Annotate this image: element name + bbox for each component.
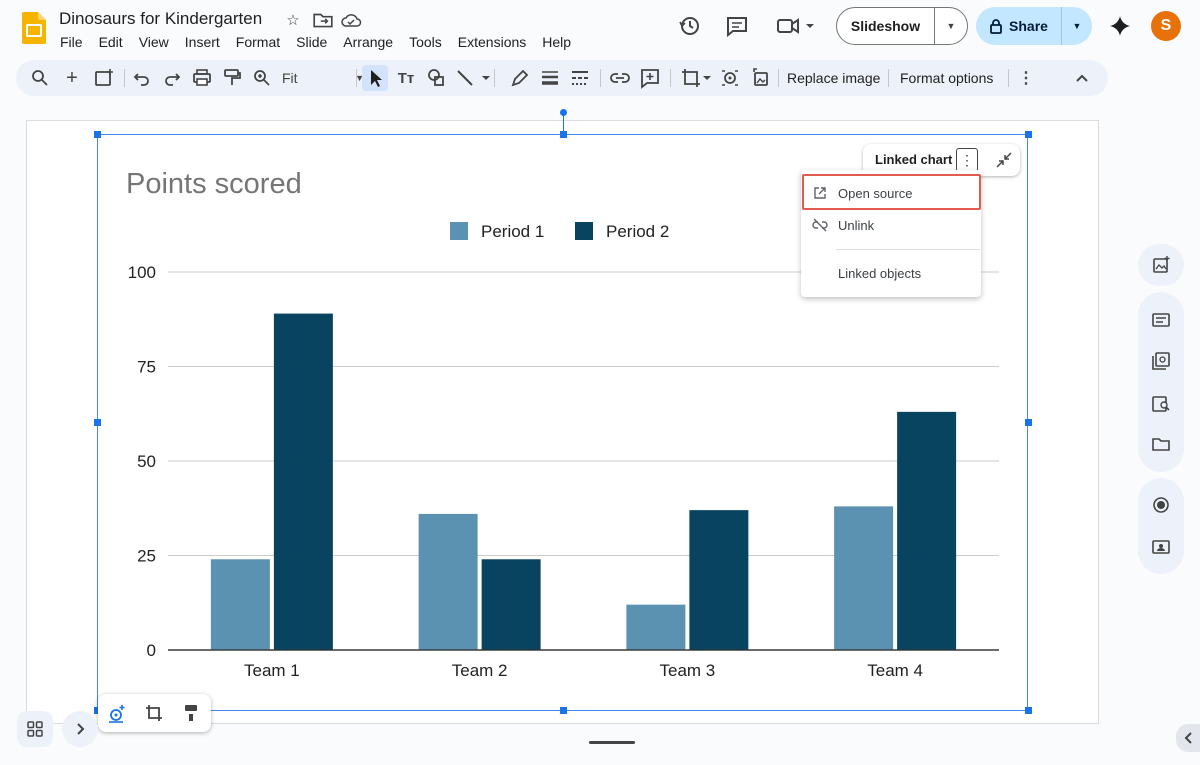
- lock-icon: [990, 19, 1002, 34]
- zoom-icon[interactable]: [248, 60, 276, 96]
- menu-slide[interactable]: Slide: [288, 32, 335, 52]
- menu-item-label: Unlink: [838, 217, 875, 233]
- format-options-button[interactable]: Format options: [900, 60, 993, 96]
- slide-layout-icon[interactable]: [1150, 350, 1172, 372]
- crop-icon[interactable]: [676, 60, 714, 96]
- menu-arrange[interactable]: Arrange: [335, 32, 401, 52]
- share-dropdown-icon[interactable]: ▼: [1062, 7, 1092, 45]
- line-icon[interactable]: [452, 60, 492, 96]
- resize-handle-top-right[interactable]: [1025, 131, 1032, 138]
- image-floating-toolbar: [98, 694, 211, 732]
- folder-icon[interactable]: [1150, 433, 1172, 455]
- search-menus-icon[interactable]: [26, 60, 54, 96]
- select-tool-icon[interactable]: [362, 65, 388, 91]
- share-label: Share: [1009, 18, 1048, 34]
- more-options-icon[interactable]: ⋮: [1012, 60, 1040, 96]
- reset-image-icon[interactable]: [746, 60, 774, 96]
- image-edit-icon[interactable]: [106, 702, 128, 724]
- menu-edit[interactable]: Edit: [91, 32, 131, 52]
- link-off-icon: [801, 218, 838, 232]
- resize-handle-bottom-right[interactable]: [1025, 707, 1032, 714]
- menu-divider: [836, 249, 980, 250]
- record-icon[interactable]: [1150, 494, 1172, 516]
- resize-handle-right[interactable]: [1025, 419, 1032, 426]
- image-options-icon[interactable]: [716, 60, 744, 96]
- star-icon[interactable]: ☆: [282, 10, 304, 30]
- side-panel-group-media: [1138, 478, 1184, 574]
- collapse-icon[interactable]: [992, 148, 1016, 172]
- redo-icon[interactable]: [158, 60, 186, 96]
- slideshow-dropdown-icon[interactable]: ▼: [935, 8, 967, 44]
- menu-tools[interactable]: Tools: [401, 32, 450, 52]
- document-title[interactable]: Dinosaurs for Kindergarten: [59, 9, 262, 29]
- add-comment-icon[interactable]: [636, 60, 664, 96]
- resize-handle-left[interactable]: [94, 419, 101, 426]
- crop-icon[interactable]: [143, 702, 165, 724]
- resize-handle-bottom[interactable]: [560, 707, 567, 714]
- generate-image-icon[interactable]: [1150, 254, 1172, 276]
- scroll-indicator[interactable]: [589, 741, 635, 744]
- rotate-handle[interactable]: [560, 109, 567, 116]
- move-folder-icon[interactable]: [312, 10, 334, 30]
- print-icon[interactable]: [188, 60, 216, 96]
- slides-logo-icon[interactable]: [22, 12, 46, 44]
- menu-item-unlink[interactable]: Unlink: [801, 210, 981, 240]
- cloud-saved-icon[interactable]: [340, 10, 362, 30]
- shape-icon[interactable]: [422, 60, 450, 96]
- menu-insert[interactable]: Insert: [177, 32, 228, 52]
- highlight-box: [802, 174, 981, 210]
- chevron-left-icon[interactable]: [1176, 724, 1200, 752]
- share-button[interactable]: Share ▼: [976, 7, 1092, 45]
- comments-icon[interactable]: [723, 12, 751, 40]
- undo-icon[interactable]: [128, 60, 156, 96]
- collapse-menus-icon[interactable]: [1068, 60, 1096, 96]
- linked-chart-label: Linked chart: [875, 152, 953, 167]
- zoom-value: Fit: [282, 70, 298, 86]
- menu-item-label: Linked objects: [838, 265, 922, 281]
- video-icon[interactable]: [1150, 536, 1172, 558]
- avatar[interactable]: S: [1151, 11, 1181, 41]
- paint-format-icon[interactable]: [218, 60, 246, 96]
- image-search-icon[interactable]: [1150, 393, 1172, 415]
- toolbar: + Fit ▼ Tт Replace image Format options ⋮: [16, 60, 1108, 96]
- new-slide-layout-icon[interactable]: [90, 60, 118, 96]
- resize-handle-top-left[interactable]: [94, 131, 101, 138]
- speaker-notes-icon[interactable]: [1150, 309, 1172, 331]
- chevron-right-icon[interactable]: [62, 711, 98, 747]
- menu-view[interactable]: View: [131, 32, 177, 52]
- menu-file[interactable]: File: [52, 32, 91, 52]
- menu-bar: File Edit View Insert Format Slide Arran…: [52, 32, 579, 52]
- border-weight-icon[interactable]: [536, 60, 564, 96]
- slideshow-label[interactable]: Slideshow: [837, 8, 935, 44]
- insert-link-icon[interactable]: [606, 60, 634, 96]
- menu-extensions[interactable]: Extensions: [450, 32, 534, 52]
- gemini-sparkle-icon[interactable]: [1108, 14, 1132, 38]
- menu-format[interactable]: Format: [228, 32, 288, 52]
- border-dash-icon[interactable]: [566, 60, 594, 96]
- linked-chart-more-icon[interactable]: ⋮: [956, 148, 978, 172]
- paint-format-icon[interactable]: [180, 702, 202, 724]
- replace-image-button[interactable]: Replace image: [787, 60, 880, 96]
- grid-view-icon[interactable]: [17, 711, 53, 747]
- new-slide-icon[interactable]: +: [58, 60, 86, 96]
- slideshow-button[interactable]: Slideshow ▼: [836, 7, 968, 45]
- menu-help[interactable]: Help: [534, 32, 579, 52]
- meet-call-icon[interactable]: [774, 12, 816, 40]
- resize-handle-top[interactable]: [560, 131, 567, 138]
- pen-icon[interactable]: [504, 60, 532, 96]
- text-box-icon[interactable]: Tт: [392, 60, 420, 96]
- version-history-icon[interactable]: [676, 12, 704, 40]
- menu-item-linked-objects[interactable]: Linked objects: [801, 258, 981, 288]
- zoom-select[interactable]: Fit ▼: [282, 68, 364, 88]
